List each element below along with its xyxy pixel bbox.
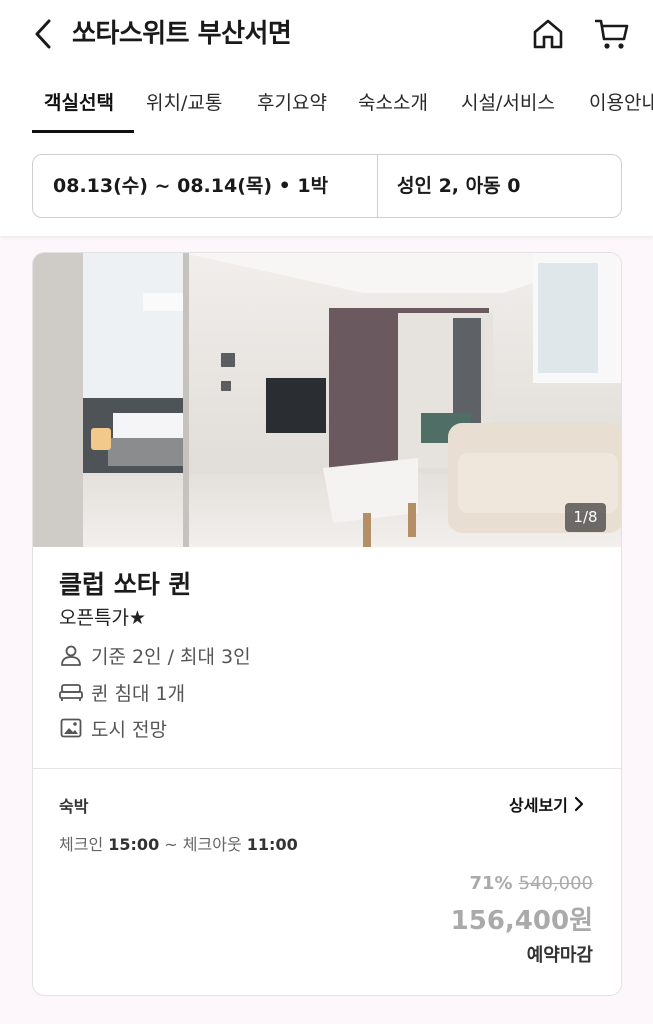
chevron-right-icon [574, 796, 583, 812]
cart-icon [595, 19, 629, 49]
feature-view: 도시 전망 [59, 714, 167, 742]
active-tab-indicator [32, 130, 134, 133]
sale-price: 156,400원 [450, 906, 593, 936]
chevron-left-icon [35, 19, 51, 49]
feature-view-text: 도시 전망 [91, 718, 167, 741]
checkout-time: 11:00 [246, 835, 298, 854]
home-button[interactable] [530, 16, 566, 52]
room-photo[interactable]: 1/8 [33, 253, 621, 547]
detail-link-label: 상세보기 [509, 796, 568, 815]
feature-bed: 퀸 침대 1개 [59, 678, 185, 706]
image-icon [59, 716, 83, 740]
tab-location[interactable]: 위치/교통 [146, 82, 222, 134]
stay-type-label: 숙박 [59, 797, 89, 816]
tab-usage-info[interactable]: 이용안내 [589, 82, 653, 134]
feature-capacity-text: 기준 2인 / 최대 3인 [91, 645, 251, 668]
checkin-time: 15:00 [108, 835, 160, 854]
checkin-label: 체크인 [59, 835, 104, 854]
detail-link[interactable]: 상세보기 [509, 791, 586, 817]
person-icon [59, 643, 83, 667]
cart-button[interactable] [594, 15, 630, 53]
tab-room-select[interactable]: 객실선택 [44, 82, 114, 134]
date-selector[interactable]: 08.13(수) ~ 08.14(목) • 1박 [53, 155, 328, 217]
guest-selector[interactable]: 성인 2, 아동 0 [397, 155, 520, 217]
booking-status: 예약마감 [526, 945, 593, 966]
photo-counter: 1/8 [565, 503, 606, 532]
tab-facilities[interactable]: 시설/서비스 [461, 82, 555, 134]
checkout-label: 체크아웃 [182, 835, 242, 854]
discount-rate: 71% [469, 873, 513, 894]
bed-icon [59, 680, 83, 704]
app-header: 쏘타스위트 부산서면 객실선택 위치/교통 후기요약 숙소소개 시설/서비스 이… [0, 0, 653, 236]
back-button[interactable] [26, 16, 60, 52]
checkin-info: 체크인 15:00 ~ 체크아웃 11:00 [59, 831, 298, 855]
price-block: 71% 540,000 156,400원 예약마감 [451, 873, 593, 967]
room-photo-image [33, 253, 621, 547]
discount-line: 71% 540,000 [451, 873, 593, 894]
room-name: 클럽 쏘타 퀸 [59, 570, 192, 599]
checkin-separator: ~ [164, 835, 178, 854]
feature-capacity: 기준 2인 / 최대 3인 [59, 641, 251, 669]
room-card: 1/8 클럽 쏘타 퀸 오픈특가★ 기준 2인 / 최대 3인 퀸 침대 1개 … [32, 252, 622, 996]
original-price: 540,000 [518, 873, 593, 894]
feature-bed-text: 퀸 침대 1개 [91, 682, 186, 705]
home-icon [533, 19, 563, 49]
page-title: 쏘타스위트 부산서면 [72, 19, 292, 49]
tab-review-summary[interactable]: 후기요약 [257, 82, 327, 134]
section-tabs: 객실선택 위치/교통 후기요약 숙소소개 시설/서비스 이용안내 [0, 82, 653, 134]
search-condition-bar: 08.13(수) ~ 08.14(목) • 1박 성인 2, 아동 0 [32, 154, 622, 218]
tab-property-intro[interactable]: 숙소소개 [358, 82, 428, 134]
divider [33, 768, 621, 769]
promo-label: 오픈특가★ [59, 607, 146, 629]
divider [377, 155, 378, 217]
